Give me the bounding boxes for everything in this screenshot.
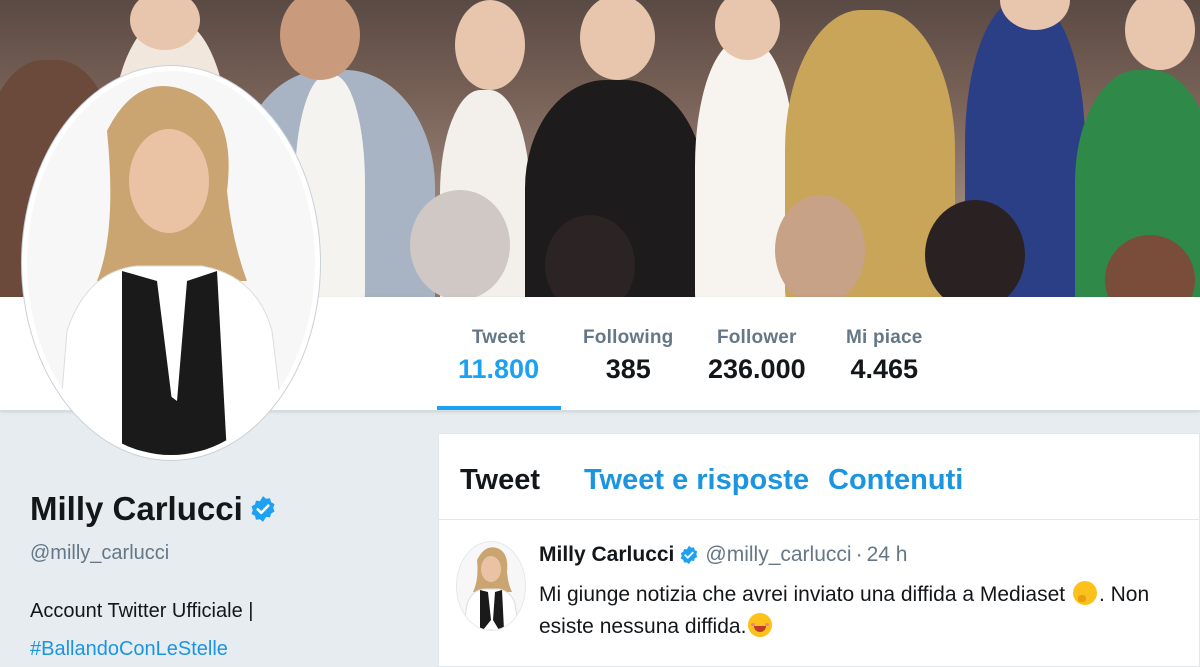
profile-handle: @milly_carlucci [30,542,170,564]
profile-avatar[interactable] [22,66,320,460]
tab-tweets-and-replies[interactable]: Tweet e risposte [584,464,809,497]
stat-followers[interactable]: Follower 236.000 [708,327,806,385]
banner-face [1125,0,1195,70]
tweet-text-part: Mi giunge notizia che avrei inviato una … [539,583,1071,606]
stat-value: 385 [605,354,651,384]
stat-value: 236.000 [708,354,806,384]
tweet-avatar-portrait [457,542,525,630]
banner-face [775,195,865,297]
tweet-author-name[interactable]: Milly Carlucci [539,543,674,567]
banner-face [280,0,360,80]
banner-face [410,190,510,297]
profile-name: Milly Carlucci [30,490,277,528]
avatar-portrait [27,71,315,455]
verified-badge-icon [681,545,698,565]
tweet-separator: · [855,543,863,566]
verified-badge-icon [251,496,275,522]
stat-following[interactable]: Following 385 [583,327,673,385]
profile-name-text: Milly Carlucci [30,490,243,527]
banner-face [580,0,655,80]
banner-face [715,0,780,60]
stat-likes[interactable]: Mi piace 4.465 [846,327,923,385]
smiling-face-icon [748,613,773,637]
tweet-text: Mi giunge notizia che avrei inviato una … [539,579,1199,643]
stat-label: Following [583,327,674,348]
tab-tweets[interactable]: Tweet [460,464,540,497]
timeline-panel: Tweet Tweet e risposte Contenuti Milly C… [438,433,1200,667]
banner-face [455,0,525,90]
stat-label: Follower [716,327,797,348]
bio-hashtag-link[interactable]: #BallandoConLeStelle [30,638,228,661]
stat-label: Tweet [471,327,526,348]
stat-value: 11.800 [458,354,540,384]
tweet-avatar[interactable] [456,541,526,631]
tweet-author-handle[interactable]: @milly_carlucci [705,543,851,567]
timeline-tabs: Tweet Tweet e risposte Contenuti [439,434,1200,520]
tweet-header: Milly Carlucci @milly_carlucci · 24 h [539,543,907,567]
active-stat-indicator [437,406,561,410]
tab-media[interactable]: Contenuti [828,464,963,497]
stat-value: 4.465 [850,354,919,384]
thinking-face-icon [1072,581,1097,605]
tweet-item[interactable]: Milly Carlucci @milly_carlucci · 24 h Mi… [439,521,1200,667]
stat-label: Mi piace [846,327,923,348]
stat-tweets[interactable]: Tweet 11.800 [458,327,539,385]
profile-bio: Account Twitter Ufficiale | [30,600,254,622]
tweet-timestamp[interactable]: 24 h [867,543,908,567]
